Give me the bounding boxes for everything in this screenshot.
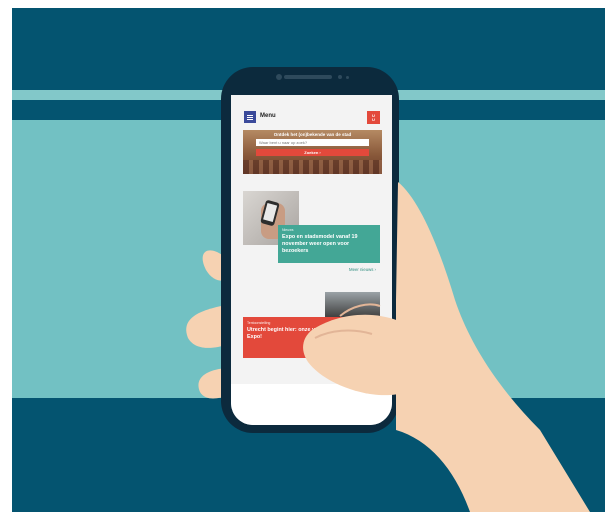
hand-front-icon — [303, 182, 590, 512]
illustration-scene: Menu U U Ontdek het (on)bekende van de s… — [0, 0, 609, 518]
